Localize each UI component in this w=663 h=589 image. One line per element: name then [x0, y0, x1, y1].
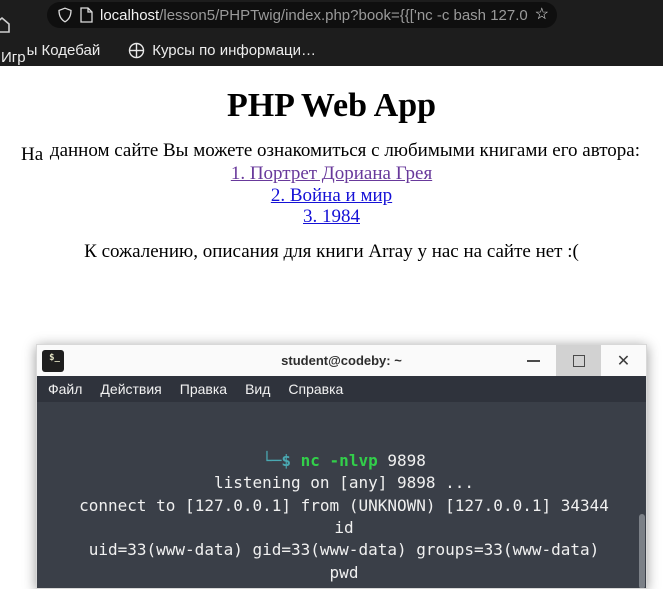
terminal-menubar: Файл Действия Правка Вид Справка	[37, 376, 646, 402]
bookmark-star-icon[interactable]: ☆	[535, 7, 549, 23]
maximize-icon	[572, 354, 585, 367]
page-title: PHP Web App	[226, 87, 437, 124]
url-path: /lesson5/PHPTwig/index.php?book={{['nc -…	[159, 6, 528, 24]
menu-item[interactable]: Вид	[245, 381, 270, 397]
book-link[interactable]: 2. Война и мир	[0, 185, 663, 207]
intro-text: На данном сайте Вы можете ознакомиться с…	[21, 140, 640, 165]
menu-item[interactable]: Справка	[288, 381, 343, 397]
page-info-icon[interactable]	[80, 7, 93, 23]
shield-icon[interactable]	[57, 7, 73, 23]
terminal-output[interactable]: └─$ nc -nlvp 9898 listening on [any] 9898…	[37, 402, 646, 588]
minimize-icon	[527, 359, 540, 362]
book-links: 1. Портрет Дориана Грея 2. Война и мир 3. …	[0, 163, 663, 228]
bookmark-label: Курсы по информаци…	[152, 41, 317, 59]
terminal-lines: └─$ nc -nlvp 9898 listening on [any] 9898…	[42, 450, 646, 588]
maximize-button[interactable]	[556, 345, 601, 376]
minimize-button[interactable]	[511, 345, 556, 376]
not-found-message: К сожалению, описания для книги Array у …	[84, 240, 579, 262]
terminal-line: uid=33(www-data) gid=33(www-data) groups…	[88, 540, 600, 560]
terminal-window: $_ student@codeby: ~ ✕ Файл Действия Правк…	[36, 344, 647, 589]
bookmark-infosec-courses[interactable]: Курсы по информаци…	[100, 42, 316, 59]
terminal-line: listening on [any] 9898 ...	[213, 473, 475, 493]
bookmarks-bar: Игр ы Кодебай Курсы по информаци…	[0, 34, 663, 66]
terminal-titlebar[interactable]: $_ student@codeby: ~ ✕	[37, 345, 646, 376]
terminal-line: /var/www/html/lesson5/PHPTwig	[42, 584, 646, 588]
scrollbar-thumb[interactable]	[639, 514, 645, 588]
terminal-line: connect to [127.0.0.1] from (UNKNOWN) [1…	[79, 495, 609, 515]
close-icon: ✕	[616, 352, 631, 370]
menu-item[interactable]: Действия	[100, 381, 161, 397]
menu-item[interactable]: Правка	[180, 381, 227, 397]
book-link[interactable]: 1. Портрет Дориана Грея	[0, 163, 663, 185]
terminal-line: id	[334, 518, 354, 538]
web-page: PHP Web App На данном сайте Вы можете оз…	[0, 66, 663, 589]
terminal-line: pwd	[329, 562, 359, 582]
globe-icon	[128, 42, 145, 59]
close-button[interactable]: ✕	[601, 345, 646, 376]
book-link[interactable]: 3. 1984	[0, 206, 663, 228]
bookmark-codeby-games[interactable]: Игр ы Кодебай	[0, 42, 100, 66]
window-controls: ✕	[511, 345, 646, 376]
address-bar[interactable]: localhost/lesson5/PHPTwig/index.php?book…	[47, 2, 557, 28]
terminal-app-icon: $_	[42, 349, 64, 372]
url-text[interactable]: localhost/lesson5/PHPTwig/index.php?book…	[100, 7, 529, 24]
home-icon[interactable]	[0, 16, 11, 34]
url-host: localhost	[100, 6, 160, 24]
menu-item[interactable]: Файл	[48, 381, 82, 397]
browser-toolbar: localhost/lesson5/PHPTwig/index.php?book…	[0, 0, 663, 71]
terminal-line: └─$ nc -nlvp 9898	[262, 450, 426, 470]
